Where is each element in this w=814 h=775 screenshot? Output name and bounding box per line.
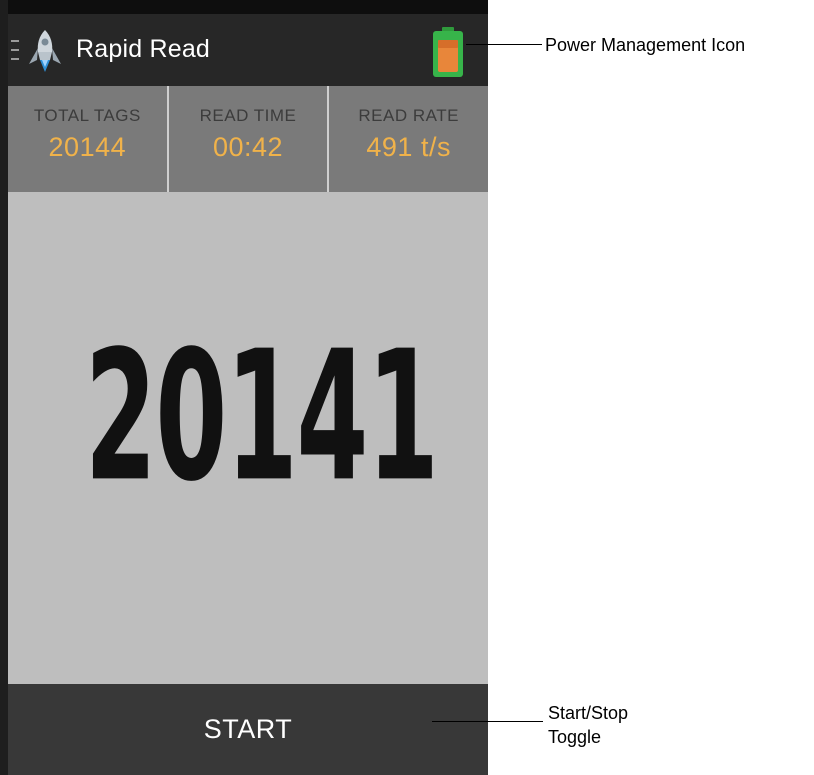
- start-stop-callout-line1: Start/Stop: [548, 703, 629, 723]
- start-stop-callout: Start/Stop Toggle: [548, 701, 628, 749]
- stat-value: 20144: [48, 132, 127, 162]
- stat-label: TOTAL TAGS: [33, 106, 141, 125]
- stat-read-rate: READ RATE 491 t/s: [327, 86, 488, 192]
- stat-read-time: READ TIME 00:42: [166, 86, 328, 192]
- battery-icon[interactable]: [429, 26, 467, 78]
- start-stop-button[interactable]: START: [8, 684, 488, 775]
- power-callout-line: [466, 44, 542, 45]
- rocket-icon[interactable]: [21, 26, 69, 74]
- start-stop-callout-line2: Toggle: [548, 727, 602, 747]
- app-screen: Rapid Read TOTAL TAGS 20144 READ TIME 00…: [8, 0, 488, 775]
- stats-panel: TOTAL TAGS 20144 READ TIME 00:42 READ RA…: [8, 86, 488, 192]
- stat-value: 00:42: [212, 132, 284, 162]
- stat-label: READ RATE: [358, 106, 459, 125]
- app-title: Rapid Read: [76, 35, 211, 63]
- action-bar: Rapid Read: [8, 14, 488, 86]
- menu-icon[interactable]: [11, 40, 19, 60]
- unique-tag-count: 20141: [84, 311, 439, 521]
- status-bar: [8, 0, 488, 14]
- stat-label: READ TIME: [199, 106, 297, 125]
- phone-frame: Rapid Read TOTAL TAGS 20144 READ TIME 00…: [0, 0, 488, 775]
- stat-total-tags: TOTAL TAGS 20144: [8, 86, 167, 192]
- start-stop-callout-line: [432, 721, 543, 722]
- power-management-callout: Power Management Icon: [545, 35, 746, 55]
- tag-counter-area: 20141: [8, 192, 488, 684]
- stat-value: 491 t/s: [366, 132, 451, 162]
